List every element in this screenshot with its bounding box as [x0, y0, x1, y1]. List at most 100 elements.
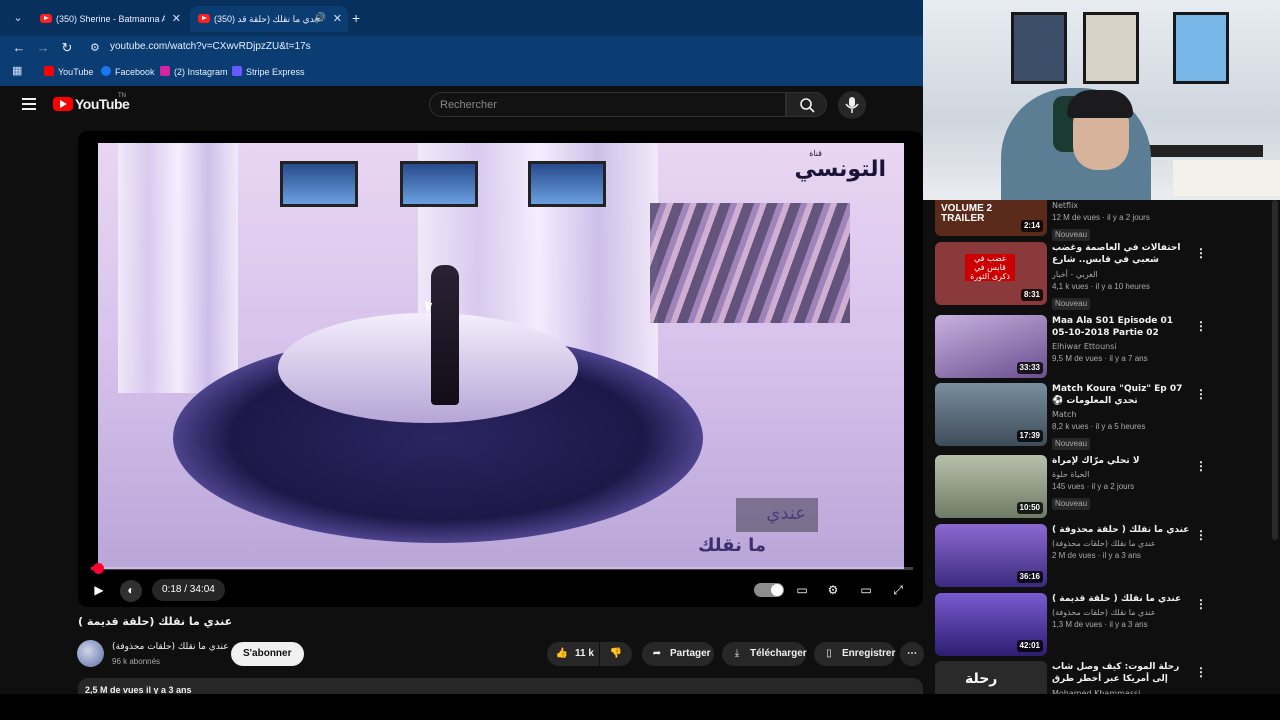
share-icon: ➦ — [652, 648, 662, 659]
more-options-icon[interactable]: ⋮ — [1195, 528, 1207, 542]
audience — [650, 203, 850, 323]
apps-grid-icon[interactable]: ▦ — [12, 65, 24, 77]
list-item[interactable]: 33:33 Maa Ala S01 Episode 01 05-10-2018 … — [935, 315, 1265, 379]
video-channel[interactable]: عندي ما نقلك (حلقات محذوفة) — [1052, 538, 1192, 550]
country-code: TN — [118, 93, 126, 99]
video-channel[interactable]: Netflix — [1052, 200, 1192, 212]
video-meta: 2 M de vues · il y a 3 ans — [1052, 551, 1141, 560]
video-meta: 8,2 k vues · il y a 5 heures — [1052, 422, 1146, 431]
video-title[interactable]: لا تحلي مرّاك لإمراة — [1052, 455, 1192, 467]
new-badge: Nouveau — [1052, 298, 1091, 310]
thumbnail-text: VOLUME 2 TRAILER — [941, 203, 993, 224]
tab-label: (350) Sherine - Batmanna Ansak — [56, 14, 165, 24]
settings-gear-icon[interactable]: ⚙ — [825, 580, 841, 600]
video-title[interactable]: Maa Ala S01 Episode 01 05-10-2018 Partie… — [1052, 315, 1192, 339]
bookmark-stripe[interactable]: Stripe Express — [232, 64, 305, 80]
site-info-icon[interactable]: ⚙ — [90, 41, 100, 54]
more-options-icon[interactable]: ⋮ — [1195, 597, 1207, 611]
more-options-icon[interactable]: ⋮ — [1195, 319, 1207, 333]
speaker-icon[interactable]: 🔊 — [314, 6, 326, 32]
search-button[interactable] — [786, 92, 827, 117]
video-channel[interactable]: عندي ما نقلك (حلقات محذوفة) — [1052, 607, 1192, 619]
video-frame[interactable]: قناة التونسي عندي ما نقلك — [98, 143, 904, 569]
volume-icon[interactable]: ◐ — [120, 580, 142, 602]
list-item[interactable]: غضب في قابس في ذكرى الثورة 8:31 احتفالات… — [935, 242, 1265, 310]
more-options-icon[interactable]: ⋮ — [1195, 246, 1207, 260]
list-item[interactable]: 36:16 عندي ما نقلك ( حلقة محذوفة ) عندي … — [935, 524, 1265, 588]
play-icon[interactable]: ▶ — [91, 580, 107, 600]
fullscreen-icon[interactable]: ⤢ — [890, 580, 906, 600]
channel-name[interactable]: عندي ما نقلك (حلقات محذوفة) — [112, 642, 229, 652]
back-icon[interactable]: ← — [10, 39, 28, 57]
menu-icon[interactable] — [22, 98, 36, 110]
video-thumbnail[interactable]: 17:39 — [935, 383, 1047, 446]
sidebar-scrollbar[interactable] — [1272, 200, 1278, 540]
show-logo-line1: عندي — [766, 503, 806, 524]
tab-close-icon[interactable]: ✕ — [333, 6, 342, 32]
time-display: 0:18 / 34:04 — [152, 579, 225, 601]
video-channel[interactable]: العربي - أخبار — [1052, 269, 1192, 281]
tab-strip: ⌄ (350) Sherine - Batmanna Ansak ✕ (350)… — [0, 0, 923, 36]
progress-bar[interactable] — [91, 563, 913, 574]
save-button[interactable]: ▯ Enregistrer — [814, 642, 895, 666]
subscribe-button[interactable]: S'abonner — [231, 642, 304, 666]
address-bar[interactable]: ⚙ youtube.com/watch?v=CXwvRDjpzZU&t=17s — [84, 37, 916, 59]
list-item[interactable]: 17:39 Match Koura "Quiz" Ep 07 ⚽ تحدي ال… — [935, 383, 1265, 450]
autoplay-toggle[interactable] — [754, 583, 784, 597]
subscriber-count: 96 k abonnés — [112, 657, 161, 666]
more-options-icon[interactable]: ⋮ — [1195, 387, 1207, 401]
webcam-overlay — [923, 0, 1280, 200]
bookmark-facebook[interactable]: Facebook — [101, 64, 155, 80]
more-options-icon[interactable]: ⋮ — [1195, 665, 1207, 679]
tab-sherine[interactable]: (350) Sherine - Batmanna Ansak ✕ — [32, 6, 187, 32]
video-title[interactable]: عندي ما نقلك ( حلقة محذوفة ) — [1052, 524, 1192, 536]
host-figure — [431, 265, 459, 405]
tab-active-video[interactable]: (350) عندي ما نقلك (حلقة قد 🔊 ✕ — [190, 6, 348, 32]
tab-search-icon[interactable]: ⌄ — [10, 10, 26, 26]
more-options-icon[interactable]: ⋮ — [1195, 459, 1207, 473]
video-thumbnail[interactable]: 33:33 — [935, 315, 1047, 378]
video-meta: 9,5 M de vues · il y a 7 ans — [1052, 354, 1148, 363]
bookmark-icon: ▯ — [826, 648, 832, 659]
duration-badge: 33:33 — [1016, 362, 1043, 374]
browser-chrome: ⌄ (350) Sherine - Batmanna Ansak ✕ (350)… — [0, 0, 923, 86]
channel-avatar[interactable] — [77, 640, 104, 667]
reload-icon[interactable]: ↻ — [58, 39, 76, 57]
video-channel[interactable]: Match — [1052, 409, 1192, 421]
theater-mode-icon[interactable]: ▭ — [857, 580, 875, 600]
video-thumbnail[interactable]: 36:16 — [935, 524, 1047, 587]
voice-search-button[interactable] — [838, 91, 866, 119]
video-player[interactable]: قناة التونسي عندي ما نقلك ▶ ◐ 0:18 / 34:… — [78, 131, 923, 607]
video-thumbnail[interactable]: غضب في قابس في ذكرى الثورة 8:31 — [935, 242, 1047, 305]
video-title[interactable]: رحلة الموت: كيف وصل شاب إلى أمريكا عبر أ… — [1052, 661, 1192, 686]
tab-close-icon[interactable]: ✕ — [172, 6, 181, 32]
video-thumbnail[interactable]: VOLUME 2 TRAILER 2:14 — [935, 200, 1047, 236]
video-channel[interactable]: Elhiwar Ettounsi — [1052, 341, 1192, 353]
youtube-header: YouTube TN — [0, 86, 923, 124]
download-button[interactable]: ⤓ Télécharger — [722, 642, 807, 666]
bookmark-instagram[interactable]: (2) Instagram — [160, 64, 228, 80]
video-title[interactable]: Match Koura "Quiz" Ep 07 ⚽ تحدي المعلوما… — [1052, 383, 1192, 407]
video-channel[interactable]: الحياة حلوة — [1052, 469, 1192, 481]
dislike-button[interactable]: 👎 — [600, 642, 632, 666]
thumbs-down-icon: 👎 — [609, 648, 623, 659]
video-info: Netflix 12 M de vues · il y a 2 jours No… — [1052, 200, 1192, 242]
video-title[interactable]: احتفالات في العاصمة وغضب شعبي في قابس.. … — [1052, 242, 1192, 267]
youtube-logo-icon[interactable] — [53, 97, 73, 111]
video-title: عندي ما نقلك (حلقة قديمة ) — [78, 615, 233, 628]
more-actions-icon[interactable]: ⋯ — [900, 642, 924, 666]
share-button[interactable]: ➦ Partager — [642, 642, 714, 666]
list-item[interactable]: 10:50 لا تحلي مرّاك لإمراة الحياة حلوة 1… — [935, 455, 1265, 519]
video-thumbnail[interactable]: 42:01 — [935, 593, 1047, 656]
progress-handle[interactable] — [93, 563, 105, 574]
video-thumbnail[interactable]: 10:50 — [935, 455, 1047, 518]
like-button[interactable]: 👍 11 k — [547, 642, 599, 666]
forward-icon[interactable]: → — [34, 39, 52, 57]
subtitles-icon[interactable]: ▭ — [794, 580, 810, 600]
bookmark-youtube[interactable]: YouTube — [44, 64, 93, 80]
search-input[interactable] — [440, 97, 760, 113]
video-meta: 12 M de vues · il y a 2 jours — [1052, 213, 1150, 222]
new-tab-button[interactable]: + — [352, 10, 360, 26]
video-title[interactable]: عندي ما نقلك ( حلقة قديمة ) — [1052, 593, 1192, 605]
list-item[interactable]: 42:01 عندي ما نقلك ( حلقة قديمة ) عندي م… — [935, 593, 1265, 657]
